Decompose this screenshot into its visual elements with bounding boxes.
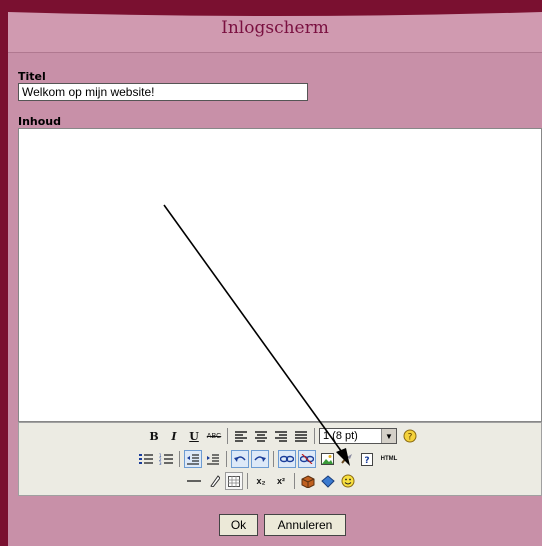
bullet-list-icon[interactable] (137, 450, 155, 468)
content-editor[interactable] (18, 128, 542, 422)
svg-text:?: ? (364, 456, 369, 466)
eraser-icon[interactable] (205, 472, 223, 490)
titel-label: Titel (18, 70, 46, 83)
align-left-icon[interactable] (232, 427, 250, 445)
indent-icon[interactable] (204, 450, 222, 468)
svg-text:?: ? (408, 433, 413, 443)
insert-table-icon[interactable] (225, 472, 243, 490)
remove-link-icon[interactable] (298, 450, 316, 468)
bold-button[interactable]: B (145, 427, 163, 445)
html-source-button[interactable]: HTML (378, 450, 400, 468)
svg-text:3: 3 (159, 461, 162, 465)
chevron-down-icon[interactable]: ▼ (381, 429, 396, 443)
toolbar-separator (226, 451, 227, 467)
undo-icon[interactable] (231, 450, 249, 468)
align-center-icon[interactable] (252, 427, 270, 445)
toolbar-separator (179, 451, 180, 467)
titel-input[interactable] (18, 83, 308, 101)
horizontal-rule-icon[interactable] (185, 472, 203, 490)
insert-image-icon[interactable] (318, 450, 336, 468)
redo-icon[interactable] (251, 450, 269, 468)
font-size-select[interactable]: 1 (8 pt) ▼ (319, 428, 397, 444)
italic-button[interactable]: I (165, 427, 183, 445)
title-bar: Inlogscherm (8, 8, 542, 53)
toolbar-separator (314, 428, 315, 444)
strikethrough-button[interactable]: ABC (205, 427, 223, 445)
underline-button[interactable]: U (185, 427, 203, 445)
align-justify-icon[interactable] (292, 427, 310, 445)
cleanup-brush-icon[interactable] (338, 450, 356, 468)
outdent-icon[interactable] (184, 450, 202, 468)
window-title: Inlogscherm (221, 18, 329, 38)
superscript-button[interactable]: x² (272, 472, 290, 490)
help-icon[interactable]: ? (401, 427, 419, 445)
toolbar-separator (273, 451, 274, 467)
ok-button[interactable]: Ok (219, 514, 258, 536)
subscript-button[interactable]: x₂ (252, 472, 270, 490)
smiley-icon[interactable] (339, 472, 357, 490)
insert-object-icon[interactable] (299, 472, 317, 490)
numbered-list-icon[interactable]: 123 (157, 450, 175, 468)
toolbar-separator (247, 473, 248, 489)
inhoud-label: Inhoud (18, 115, 62, 128)
toolbar-separator (294, 473, 295, 489)
title-bar-curve (8, 8, 542, 16)
cancel-button[interactable]: Annuleren (264, 514, 346, 536)
font-size-value: 1 (8 pt) (323, 430, 358, 442)
help-button-icon[interactable]: ? (358, 450, 376, 468)
align-right-icon[interactable] (272, 427, 290, 445)
editor-toolbar: B I U ABC 1 (8 pt) ▼ ? 123 ? HTML x₂ x² (18, 422, 542, 496)
insert-link-icon[interactable] (278, 450, 296, 468)
toolbar-separator (227, 428, 228, 444)
insert-media-icon[interactable] (319, 472, 337, 490)
